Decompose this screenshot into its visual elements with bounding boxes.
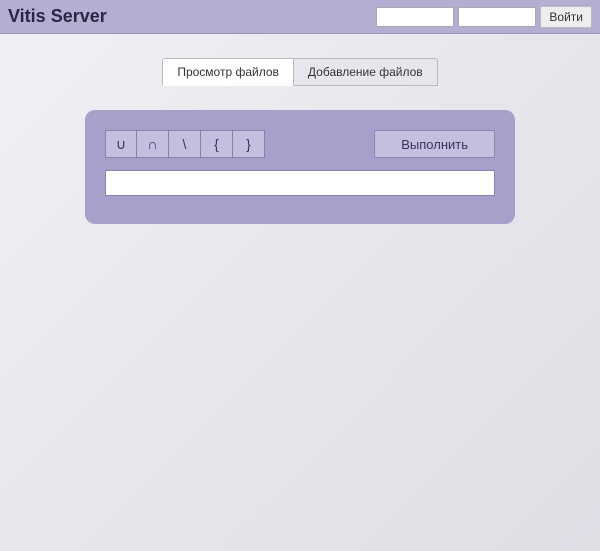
header-bar: Vitis Server Войти <box>0 0 600 34</box>
password-input[interactable] <box>458 7 536 27</box>
intersection-button[interactable]: ∩ <box>137 130 169 158</box>
toolbar-row: ∪ ∩ \ { } Выполнить <box>105 130 495 158</box>
app-title: Vitis Server <box>8 6 376 27</box>
close-brace-button[interactable]: } <box>233 130 265 158</box>
tab-view-files[interactable]: Просмотр файлов <box>162 58 294 86</box>
query-panel: ∪ ∩ \ { } Выполнить <box>85 110 515 224</box>
query-input[interactable] <box>105 170 495 196</box>
tab-add-files[interactable]: Добавление файлов <box>294 58 438 86</box>
backslash-button[interactable]: \ <box>169 130 201 158</box>
execute-button[interactable]: Выполнить <box>374 130 495 158</box>
login-box: Войти <box>376 6 592 28</box>
open-brace-button[interactable]: { <box>201 130 233 158</box>
login-button[interactable]: Войти <box>540 6 592 28</box>
username-input[interactable] <box>376 7 454 27</box>
union-button[interactable]: ∪ <box>105 130 137 158</box>
symbol-buttons: ∪ ∩ \ { } <box>105 130 265 158</box>
tabs: Просмотр файлов Добавление файлов <box>0 58 600 86</box>
spacer <box>265 130 374 158</box>
